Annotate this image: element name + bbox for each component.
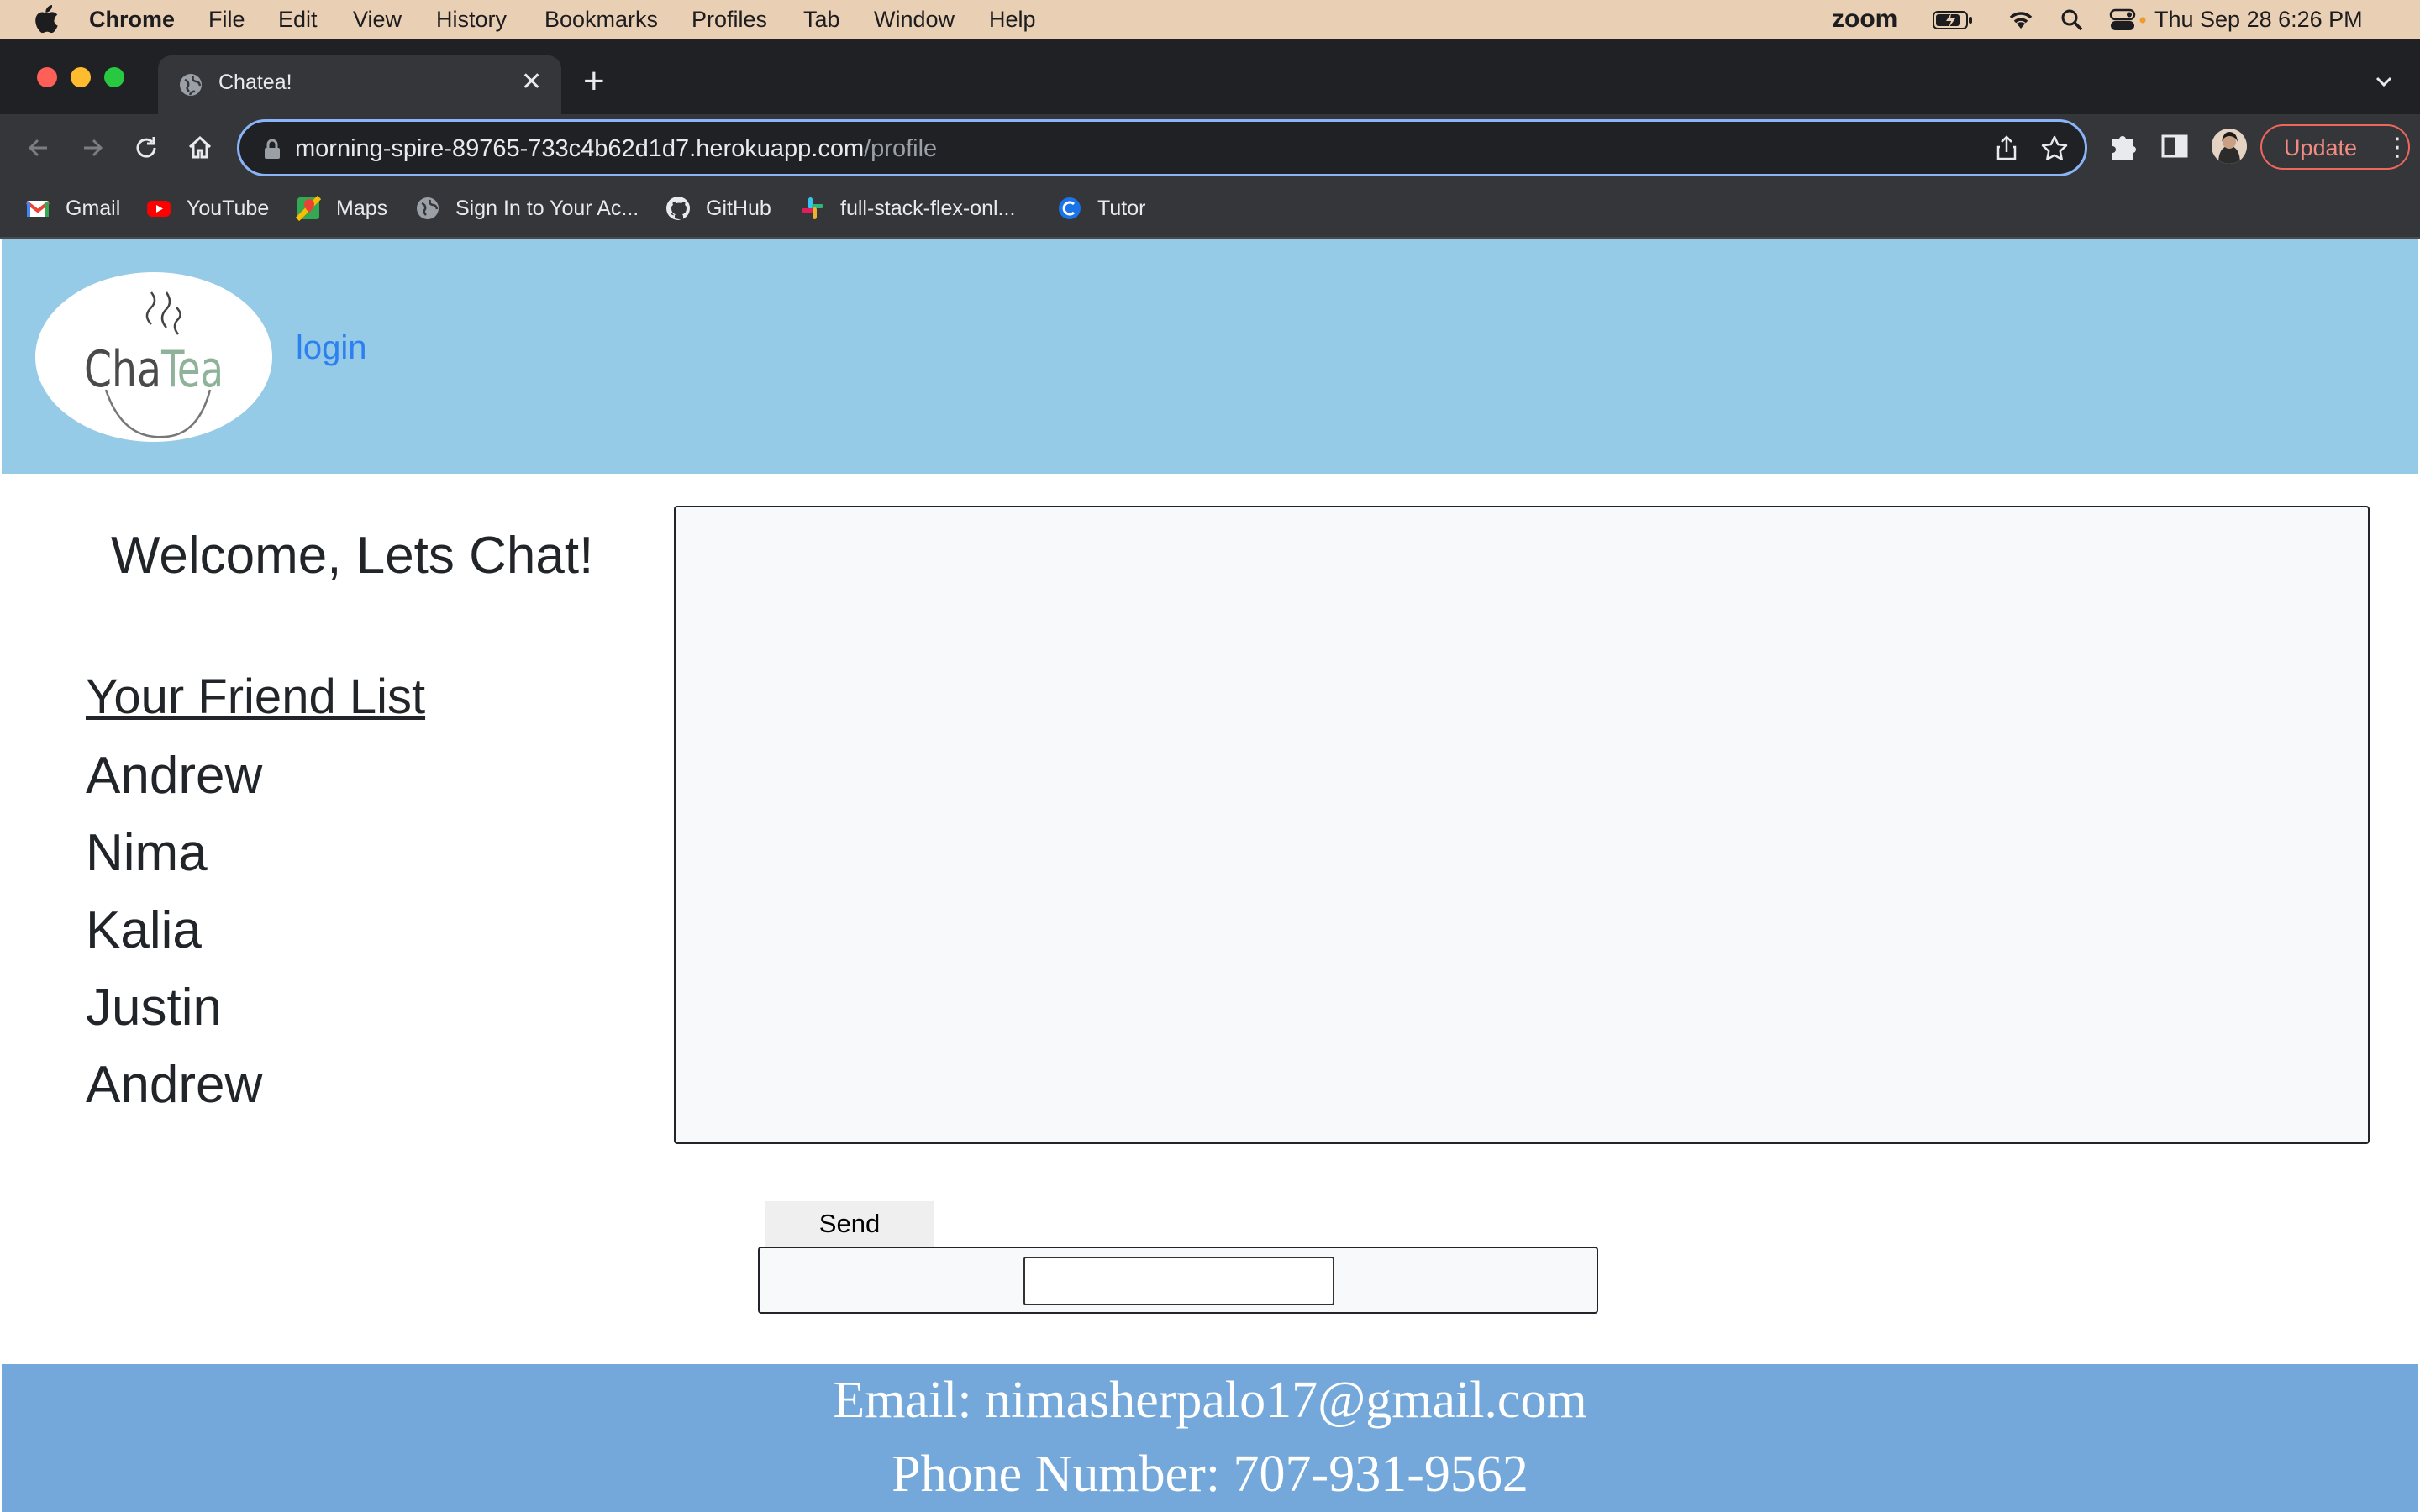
window-close-button[interactable] xyxy=(37,67,57,87)
browser-tab-active[interactable]: Chatea! ✕ xyxy=(158,55,561,114)
site-footer: Email: nimasherpalo17@gmail.com Phone Nu… xyxy=(2,1364,2418,1512)
friend-item-justin[interactable]: Justin xyxy=(86,978,222,1037)
menubar-status-area: zoom Thu Sep 28 6:26 PM xyxy=(1832,0,2420,39)
window-zoom-button[interactable] xyxy=(104,67,124,87)
bookmark-gmail[interactable]: Gmail xyxy=(25,193,120,223)
side-panel-icon[interactable] xyxy=(2158,129,2191,163)
url-host: morning-spire-89765-733c4b62d1d7.herokua… xyxy=(295,135,865,162)
url-path: /profile xyxy=(864,135,938,162)
chrome-update-button[interactable]: Update ⋮ xyxy=(2260,124,2410,170)
menu-profiles[interactable]: Profiles xyxy=(692,7,767,33)
profile-avatar[interactable] xyxy=(2212,129,2247,164)
github-icon xyxy=(666,196,691,221)
macos-menu-bar: Chrome File Edit View History Bookmarks … xyxy=(0,0,2420,39)
update-label: Update xyxy=(2284,135,2358,160)
reload-icon[interactable] xyxy=(131,133,161,163)
bookmark-label: YouTube xyxy=(187,196,270,220)
friend-list-title: Your Friend List xyxy=(86,669,426,724)
new-tab-plus-icon[interactable]: + xyxy=(583,60,605,102)
menu-tab[interactable]: Tab xyxy=(803,7,840,33)
back-arrow-icon[interactable] xyxy=(24,133,54,163)
friend-item-andrew-2[interactable]: Andrew xyxy=(86,1055,262,1115)
tab-title: Chatea! xyxy=(218,71,292,94)
footer-email: Email: nimasherpalo17@gmail.com xyxy=(833,1372,1587,1429)
bookmark-label: GitHub xyxy=(706,196,771,220)
menubar-clock[interactable]: Thu Sep 28 6:26 PM xyxy=(2154,7,2363,33)
menu-help[interactable]: Help xyxy=(989,7,1036,33)
tab-search-chevron-down-icon[interactable] xyxy=(2370,67,2398,96)
menu-edit[interactable]: Edit xyxy=(278,7,318,33)
bookmark-label: Gmail xyxy=(66,196,121,220)
site-header: Cha Tea login xyxy=(2,239,2418,474)
friend-item-kalia[interactable]: Kalia xyxy=(86,900,202,960)
bookmark-maps[interactable]: Maps xyxy=(295,193,388,223)
window-minimize-button[interactable] xyxy=(71,67,91,87)
bookmark-sign-in[interactable]: Sign In to Your Ac... xyxy=(415,193,639,223)
maps-icon xyxy=(295,195,322,222)
send-button[interactable]: Send xyxy=(765,1201,934,1247)
extensions-puzzle-icon[interactable] xyxy=(2106,129,2139,163)
youtube-icon xyxy=(146,196,171,221)
menu-view[interactable]: View xyxy=(353,7,402,33)
more-vertical-icon: ⋮ xyxy=(2385,134,2410,161)
bookmark-youtube[interactable]: YouTube xyxy=(146,193,269,223)
battery-icon[interactable] xyxy=(1933,10,1973,36)
message-form xyxy=(758,1247,1598,1314)
bookmark-label: Tutor xyxy=(1097,196,1146,220)
menu-file[interactable]: File xyxy=(208,7,245,33)
bookmark-github[interactable]: GitHub xyxy=(666,193,771,223)
bookmark-slack[interactable]: full-stack-flex-onl... xyxy=(800,193,1015,223)
slack-icon xyxy=(800,196,825,221)
bookmark-label: full-stack-flex-onl... xyxy=(840,196,1016,220)
menu-app-name[interactable]: Chrome xyxy=(89,7,175,33)
web-page: Cha Tea login Welcome, Lets Chat! Your F… xyxy=(2,239,2418,1512)
zoom-status-icon[interactable]: zoom xyxy=(1832,5,1897,34)
bookmark-star-icon[interactable] xyxy=(2039,134,2070,164)
bookmark-label: Maps xyxy=(336,196,388,220)
tutor-icon xyxy=(1057,196,1082,221)
tab-close-icon[interactable]: ✕ xyxy=(521,67,542,97)
globe-favicon-icon xyxy=(178,72,203,97)
chat-messages-box[interactable] xyxy=(674,506,2370,1144)
menu-window[interactable]: Window xyxy=(874,7,955,33)
bookmarks-bar: Gmail YouTube Maps Sign In to Your Ac...… xyxy=(0,181,2420,239)
wifi-icon[interactable] xyxy=(2007,8,2035,36)
message-input[interactable] xyxy=(1023,1257,1334,1305)
share-icon[interactable] xyxy=(1992,134,2021,162)
lock-icon[interactable] xyxy=(263,139,281,160)
bookmark-tutor[interactable]: Tutor xyxy=(1057,193,1145,223)
logo-text-cha: Cha xyxy=(84,340,161,399)
friend-item-andrew[interactable]: Andrew xyxy=(86,746,262,806)
spotlight-search-icon[interactable] xyxy=(2060,8,2084,38)
address-bar[interactable]: morning-spire-89765-733c4b62d1d7.herokua… xyxy=(237,119,2087,176)
forward-arrow-icon[interactable] xyxy=(77,133,108,163)
login-link[interactable]: login xyxy=(296,329,367,367)
menu-bookmarks[interactable]: Bookmarks xyxy=(544,7,658,33)
gmail-icon xyxy=(25,196,50,221)
welcome-heading: Welcome, Lets Chat! xyxy=(111,527,594,585)
footer-phone: Phone Number: 707-931-9562 xyxy=(892,1446,1528,1503)
apple-menu-icon[interactable] xyxy=(34,5,59,40)
menu-history[interactable]: History xyxy=(436,7,507,33)
friend-item-nima[interactable]: Nima xyxy=(86,823,208,883)
control-center-icon[interactable] xyxy=(2109,8,2146,38)
globe-icon xyxy=(415,196,440,221)
url-text: morning-spire-89765-733c4b62d1d7.herokua… xyxy=(295,135,937,163)
chatea-logo[interactable]: Cha Tea xyxy=(35,272,272,442)
logo-text-tea: Tea xyxy=(160,340,224,399)
home-icon[interactable] xyxy=(185,133,215,163)
bookmark-label: Sign In to Your Ac... xyxy=(455,196,639,220)
